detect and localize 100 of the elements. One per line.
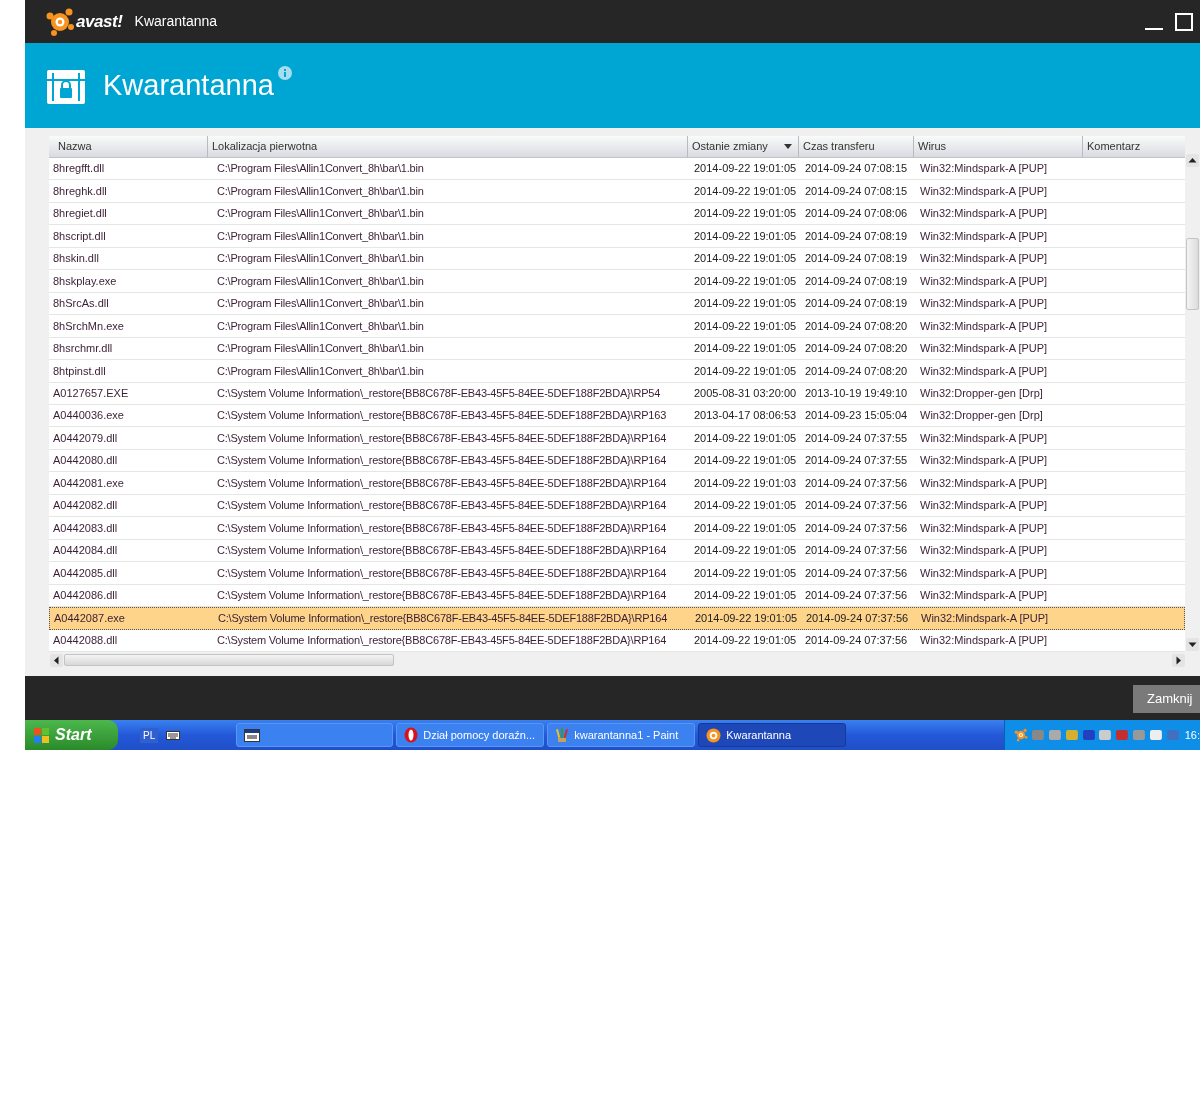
tray-icon[interactable] (1165, 728, 1180, 742)
table-cell-text: A0442083.dll (52, 520, 119, 536)
table-cell-text: 2014-09-24 07:08:06 (804, 206, 909, 222)
table-cell-text: 2014-09-22 19:01:05 (693, 273, 798, 289)
table-cell-text: 2014-09-22 19:01:05 (693, 296, 798, 312)
table-row[interactable]: A0442087.exe C:\System Volume Information\_restore{BB8C678F-EB43-45F5-84EE-5DEF188F2BDA}\RP164 2014-09-22 19:01:05 2014-09-24 07:37:56 Win32:Mindspark-A [PUP] (49, 607, 1185, 630)
table-row[interactable]: A0442083.dll C:\System Volume Information\_restore{BB8C678F-EB43-45F5-84EE-5DEF188F2BDA}\RP164 2014-09-22 19:01:05 2014-09-24 07:37:56 Win32:Mindspark-A [PUP] (49, 517, 1185, 540)
table-row[interactable]: A0442079.dll C:\System Volume Information\_restore{BB8C678F-EB43-45F5-84EE-5DEF188F2BDA}\RP164 2014-09-22 19:01:05 2014-09-24 07:37:55 Win32:Mindspark-A [PUP] (49, 427, 1185, 450)
table-cell-text: C:\System Volume Information\_restore{BB8C678F-EB43-45F5-84EE-5DEF188F2BDA}\RP164 (216, 633, 668, 648)
table-row[interactable]: 8hSrchMn.exe C:\Program Files\Allin1Convert_8h\bar\1.bin 2014-09-22 19:01:05 2014-09-24 07:08:20 Win32:Mindspark-A [PUP] (49, 315, 1185, 338)
tray-icon[interactable] (1098, 728, 1113, 742)
keyboard-icon[interactable] (166, 730, 181, 740)
table-row[interactable]: A0442084.dll C:\System Volume Information\_restore{BB8C678F-EB43-45F5-84EE-5DEF188F2BDA}\RP164 2014-09-22 19:01:05 2014-09-24 07:37:56 Win32:Mindspark-A [PUP] (49, 539, 1185, 563)
table-cell-text: 8hregfft.dll (52, 161, 106, 177)
table-cell-text: Win32:Mindspark-A [PUP] (919, 520, 1049, 536)
table-cell-text: C:\Program Files\Allin1Convert_8h\bar\1.bin (216, 318, 425, 334)
avast-logo-icon (45, 6, 75, 37)
table-cell-text: C:\Program Files\Allin1Convert_8h\bar\1.bin (216, 273, 425, 289)
table-cell-text: Win32:Mindspark-A [PUP] (919, 588, 1049, 604)
table-row[interactable]: 8hreghk.dll C:\Program Files\Allin1Convert_8h\bar\1.bin 2014-09-22 19:01:05 2014-09-24 07:08:15 Win32:Mindspark-A [PUP] (49, 180, 1185, 203)
table-cell-text: 2013-10-19 19:49:10 (804, 386, 909, 401)
info-icon[interactable] (277, 66, 292, 80)
table-row[interactable]: A0442088.dll C:\System Volume Information\_restore{BB8C678F-EB43-45F5-84EE-5DEF188F2BDA}\RP164 2014-09-22 19:01:05 2014-09-24 07:37:56 Win32:Mindspark-A [PUP] (49, 629, 1185, 652)
tray-icon[interactable] (1149, 728, 1163, 742)
maximize-icon[interactable] (1175, 12, 1193, 31)
table-cell-text: Win32:Dropper-gen [Drp] (919, 386, 1044, 401)
window-icon (244, 728, 261, 742)
table-cell-text: Win32:Mindspark-A [PUP] (919, 273, 1049, 289)
taskbar-button[interactable]: Dział pomocy doraźn... (396, 723, 545, 747)
sort-down-icon (784, 144, 792, 149)
language-indicator[interactable]: PL (140, 727, 159, 743)
table-row[interactable]: A0127657.EXE C:\System Volume Information\_restore{BB8C678F-EB43-45F5-84EE-5DEF188F2BDA}\RP54 2005-08-31 03:20:00 2013-10-19 19:49:10 Win32:Dropper-gen [Drp] (49, 382, 1185, 405)
column-header[interactable]: Nazwa (49, 136, 207, 157)
table-cell-text: 2014-09-22 19:01:05 (693, 543, 798, 559)
table-cell-text: Win32:Mindspark-A [PUP] (919, 183, 1049, 199)
table-cell-text: A0442084.dll (52, 543, 119, 559)
table-cell-text: Win32:Dropper-gen [Drp] (919, 408, 1044, 424)
column-header[interactable]: Wirus (913, 136, 1082, 157)
table-cell-text: C:\Program Files\Allin1Convert_8h\bar\1.bin (216, 183, 425, 199)
taskbar-button[interactable]: kwarantanna1 - Paint (547, 723, 696, 747)
table-cell-text: 2014-09-24 07:37:55 (804, 430, 909, 446)
table-row[interactable]: 8hSrcAs.dll C:\Program Files\Allin1Convert_8h\bar\1.bin 2014-09-22 19:01:05 2014-09-24 07:08:19 Win32:Mindspark-A [PUP] (49, 292, 1185, 316)
table-cell-text: 2014-09-22 19:01:05 (693, 453, 798, 469)
table-cell-text: 2014-09-22 19:01:05 (693, 565, 798, 581)
table-cell-text: Win32:Mindspark-A [PUP] (919, 430, 1049, 446)
tray-icon[interactable] (1064, 728, 1079, 742)
table-row[interactable]: 8hscript.dll C:\Program Files\Allin1Convert_8h\bar\1.bin 2014-09-22 19:01:05 2014-09-24 07:08:19 Win32:Mindspark-A [PUP] (49, 225, 1185, 248)
table-cell-text: 8hSrcAs.dll (52, 296, 110, 312)
table-cell-text: 2014-09-24 07:08:20 (804, 363, 909, 379)
table-row[interactable]: 8hregfft.dll C:\Program Files\Allin1Convert_8h\bar\1.bin 2014-09-22 19:01:05 2014-09-24 07:08:15 Win32:Mindspark-A [PUP] (49, 158, 1185, 181)
table-row[interactable]: A0442080.dll C:\System Volume Information\_restore{BB8C678F-EB43-45F5-84EE-5DEF188F2BDA}\RP164 2014-09-22 19:01:05 2014-09-24 07:37:55 Win32:Mindspark-A [PUP] (49, 449, 1185, 473)
scroll-down-icon[interactable] (1186, 638, 1199, 651)
table-cell-text: 2014-09-24 07:08:19 (804, 251, 909, 267)
table-row[interactable]: A0440036.exe C:\System Volume Information\_restore{BB8C678F-EB43-45F5-84EE-5DEF188F2BDA}\RP163 2013-04-17 08:06:53 2014-09-23 15:05:04 Win32:Dropper-gen [Drp] (49, 405, 1185, 428)
scroll-thumb[interactable] (64, 654, 394, 666)
table-cell-text: C:\System Volume Information\_restore{BB8C678F-EB43-45F5-84EE-5DEF188F2BDA}\RP164 (216, 498, 668, 514)
tray-icon[interactable] (1047, 728, 1062, 742)
table-cell-text: 2014-09-24 07:37:56 (804, 498, 909, 514)
table-row[interactable]: 8hskin.dll C:\Program Files\Allin1Convert_8h\bar\1.bin 2014-09-22 19:01:05 2014-09-24 07:08:19 Win32:Mindspark-A [PUP] (49, 247, 1185, 271)
horizontal-scrollbar[interactable] (49, 652, 1200, 668)
table-cell-text: 2014-09-22 19:01:05 (693, 633, 798, 648)
table-row[interactable]: 8hskplay.exe C:\Program Files\Allin1Convert_8h\bar\1.bin 2014-09-22 19:01:05 2014-09-24 07:08:19 Win32:Mindspark-A [PUP] (49, 270, 1185, 293)
table-cell-text: Win32:Mindspark-A [PUP] (919, 228, 1049, 244)
table-row[interactable]: 8hsrchmr.dll C:\Program Files\Allin1Convert_8h\bar\1.bin 2014-09-22 19:01:05 2014-09-24 07:08:20 Win32:Mindspark-A [PUP] (49, 337, 1185, 361)
table-cell-text: 2014-09-22 19:01:05 (693, 206, 798, 222)
table-row[interactable]: A0442081.exe C:\System Volume Information\_restore{BB8C678F-EB43-45F5-84EE-5DEF188F2BDA}\RP164 2014-09-22 19:01:03 2014-09-24 07:37:56 Win32:Mindspark-A [PUP] (49, 472, 1185, 495)
table-cell-text: Win32:Mindspark-A [PUP] (919, 363, 1049, 379)
scroll-left-icon[interactable] (50, 653, 63, 667)
table-cell-text: Win32:Mindspark-A [PUP] (919, 453, 1049, 469)
table-cell-text: A0442085.dll (52, 565, 119, 581)
tray-icon[interactable] (1081, 728, 1096, 742)
taskbar-button[interactable]: Kwarantanna (698, 723, 847, 747)
table-row[interactable]: A0442085.dll C:\System Volume Information\_restore{BB8C678F-EB43-45F5-84EE-5DEF188F2BDA}\RP164 2014-09-22 19:01:05 2014-09-24 07:37:56 Win32:Mindspark-A [PUP] (49, 562, 1185, 585)
column-header[interactable]: Czas transferu (798, 136, 913, 157)
table-cell-text: 2005-08-31 03:20:00 (693, 386, 798, 401)
taskbar-button[interactable] (236, 723, 394, 747)
table-cell-text: C:\Program Files\Allin1Convert_8h\bar\1.bin (216, 251, 425, 267)
table-row[interactable]: 8htpinst.dll C:\Program Files\Allin1Convert_8h\bar\1.bin 2014-09-22 19:01:05 2014-09-24 07:08:20 Win32:Mindspark-A [PUP] (49, 360, 1185, 383)
column-header[interactable]: Lokalizacja pierwotna (207, 136, 687, 157)
table-cell-text: A0442080.dll (52, 453, 119, 469)
scroll-up-icon[interactable] (1186, 154, 1199, 167)
table-row[interactable]: A0442082.dll C:\System Volume Information\_restore{BB8C678F-EB43-45F5-84EE-5DEF188F2BDA}\RP164 2014-09-22 19:01:05 2014-09-24 07:37:56 Win32:Mindspark-A [PUP] (49, 494, 1185, 518)
table-cell-text: 8htpinst.dll (52, 363, 107, 379)
table-cell-text: 8hsrchmr.dll (52, 341, 114, 357)
tray-icon[interactable] (1132, 728, 1146, 742)
column-header[interactable]: Ostanie zmiany (687, 136, 798, 157)
table-cell-text: 2014-09-22 19:01:03 (693, 475, 798, 491)
vertical-scrollbar[interactable] (1185, 136, 1200, 652)
table-cell-text: 2014-09-23 15:05:04 (804, 408, 909, 424)
windows-flag-icon (34, 727, 50, 743)
table-cell-text: Win32:Mindspark-A [PUP] (919, 565, 1049, 581)
scroll-right-icon[interactable] (1172, 653, 1185, 667)
tray-icon[interactable] (1115, 728, 1130, 742)
table-cell-text: Win32:Mindspark-A [PUP] (919, 161, 1049, 177)
table-cell-text: 2014-09-24 07:37:55 (804, 453, 909, 469)
scroll-thumb[interactable] (1186, 238, 1199, 310)
table-cell-text: Win32:Mindspark-A [PUP] (919, 475, 1049, 491)
table-cell-text: 8hskplay.exe (52, 273, 118, 289)
close-button[interactable]: Zamknij (1133, 685, 1200, 713)
table-row[interactable]: 8hregiet.dll C:\Program Files\Allin1Convert_8h\bar\1.bin 2014-09-22 19:01:05 2014-09-24 07:08:06 Win32:Mindspark-A [PUP] (49, 202, 1185, 226)
